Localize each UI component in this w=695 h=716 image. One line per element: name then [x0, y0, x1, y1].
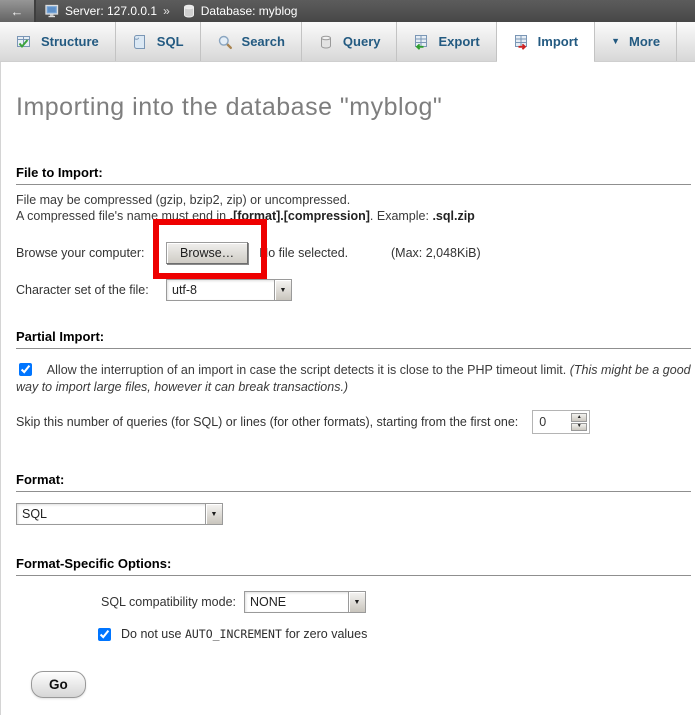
search-icon [217, 34, 233, 50]
tab-label: More [629, 34, 660, 49]
tab-label: SQL [157, 34, 184, 49]
compression-info: File may be compressed (gzip, bzip2, zip… [16, 192, 691, 224]
breadcrumb-database[interactable]: Database: myblog [201, 4, 298, 18]
sql-compatibility-value: NONE [245, 592, 348, 612]
breadcrumb-separator: » [163, 4, 170, 18]
format-row: SQL ▼ [16, 503, 691, 525]
section-heading-format: Format: [16, 472, 691, 492]
skip-queries-label: Skip this number of queries (for SQL) or… [16, 415, 518, 429]
tab-label: Export [438, 34, 479, 49]
chevron-down-icon: ▼ [274, 280, 291, 300]
section-heading-partial-import: Partial Import: [16, 329, 691, 349]
allow-interrupt-row: Allow the interruption of an import in c… [16, 362, 691, 395]
query-icon [318, 34, 334, 50]
example-filename: .sql.zip [432, 209, 474, 223]
format-select[interactable]: SQL ▼ [16, 503, 223, 525]
format-selected-value: SQL [17, 504, 205, 524]
export-icon [413, 34, 429, 50]
browse-row: Browse your computer: Browse… No file se… [16, 240, 691, 266]
tab-label: Structure [41, 34, 99, 49]
auto-increment-label: Do not use AUTO_INCREMENT for zero value… [121, 627, 367, 641]
tab-structure[interactable]: Structure [0, 22, 116, 61]
spinner: ▲ ▼ [571, 413, 587, 431]
spin-up-button[interactable]: ▲ [571, 413, 587, 422]
back-button[interactable]: ← [0, 0, 36, 22]
format-compression-hint: .[format].[compression] [230, 209, 370, 223]
database-icon [181, 3, 197, 19]
skip-queries-input[interactable]: 0 ▲ ▼ [532, 410, 590, 434]
sql-compatibility-label: SQL compatibility mode: [101, 595, 236, 609]
tab-label: Query [343, 34, 381, 49]
breadcrumb: ← Server: 127.0.0.1 » Database: myblog [0, 0, 695, 22]
no-file-selected-text: No file selected. [259, 246, 348, 260]
compression-info-line1: File may be compressed (gzip, bzip2, zip… [16, 193, 350, 207]
max-upload-size: (Max: 2,048KiB) [391, 246, 481, 260]
charset-label: Character set of the file: [16, 283, 166, 297]
tab-sql[interactable]: SQL [116, 22, 201, 61]
skip-queries-value: 0 [535, 413, 571, 431]
main-content: Importing into the database "myblog" Fil… [0, 62, 695, 715]
charset-selected-value: utf-8 [167, 280, 274, 300]
breadcrumb-server[interactable]: Server: 127.0.0.1 [65, 4, 157, 18]
auto-increment-checkbox[interactable] [98, 628, 111, 641]
tab-label: Search [242, 34, 285, 49]
spin-down-button[interactable]: ▼ [571, 423, 587, 432]
go-button[interactable]: Go [31, 671, 86, 698]
back-arrow-icon: ← [11, 4, 24, 19]
tab-query[interactable]: Query [302, 22, 398, 61]
allow-interrupt-checkbox[interactable] [19, 363, 32, 376]
tab-more[interactable]: ▼ More [595, 22, 677, 61]
compression-info-line2: A compressed file's name must end in [16, 209, 230, 223]
tab-bar: Structure SQL Search Query Export Import… [0, 22, 695, 62]
tab-search[interactable]: Search [201, 22, 302, 61]
auto-increment-code: AUTO_INCREMENT [185, 627, 282, 641]
skip-queries-row: Skip this number of queries (for SQL) or… [16, 410, 691, 434]
tab-label: Import [538, 34, 578, 49]
page-title: Importing into the database "myblog" [16, 62, 691, 122]
chevron-down-icon: ▼ [348, 592, 365, 612]
structure-icon [16, 34, 32, 50]
sql-compatibility-select[interactable]: NONE ▼ [244, 591, 366, 613]
tab-import[interactable]: Import [497, 22, 595, 61]
sql-icon [132, 34, 148, 50]
server-icon [45, 3, 61, 19]
auto-increment-row: Do not use AUTO_INCREMENT for zero value… [98, 627, 691, 641]
section-heading-file-to-import: File to Import: [16, 165, 691, 185]
browse-label: Browse your computer: [16, 246, 166, 260]
charset-row: Character set of the file: utf-8 ▼ [16, 278, 691, 302]
charset-select[interactable]: utf-8 ▼ [166, 279, 292, 301]
sql-compatibility-row: SQL compatibility mode: NONE ▼ [101, 591, 691, 613]
tab-export[interactable]: Export [397, 22, 496, 61]
browse-button[interactable]: Browse… [166, 242, 248, 264]
chevron-down-icon: ▼ [205, 504, 222, 524]
import-icon [513, 34, 529, 50]
example-text: . Example: [370, 209, 433, 223]
section-heading-format-specific-options: Format-Specific Options: [16, 556, 691, 576]
allow-interrupt-text: Allow the interruption of an import in c… [47, 363, 570, 377]
chevron-down-icon: ▼ [611, 37, 620, 46]
